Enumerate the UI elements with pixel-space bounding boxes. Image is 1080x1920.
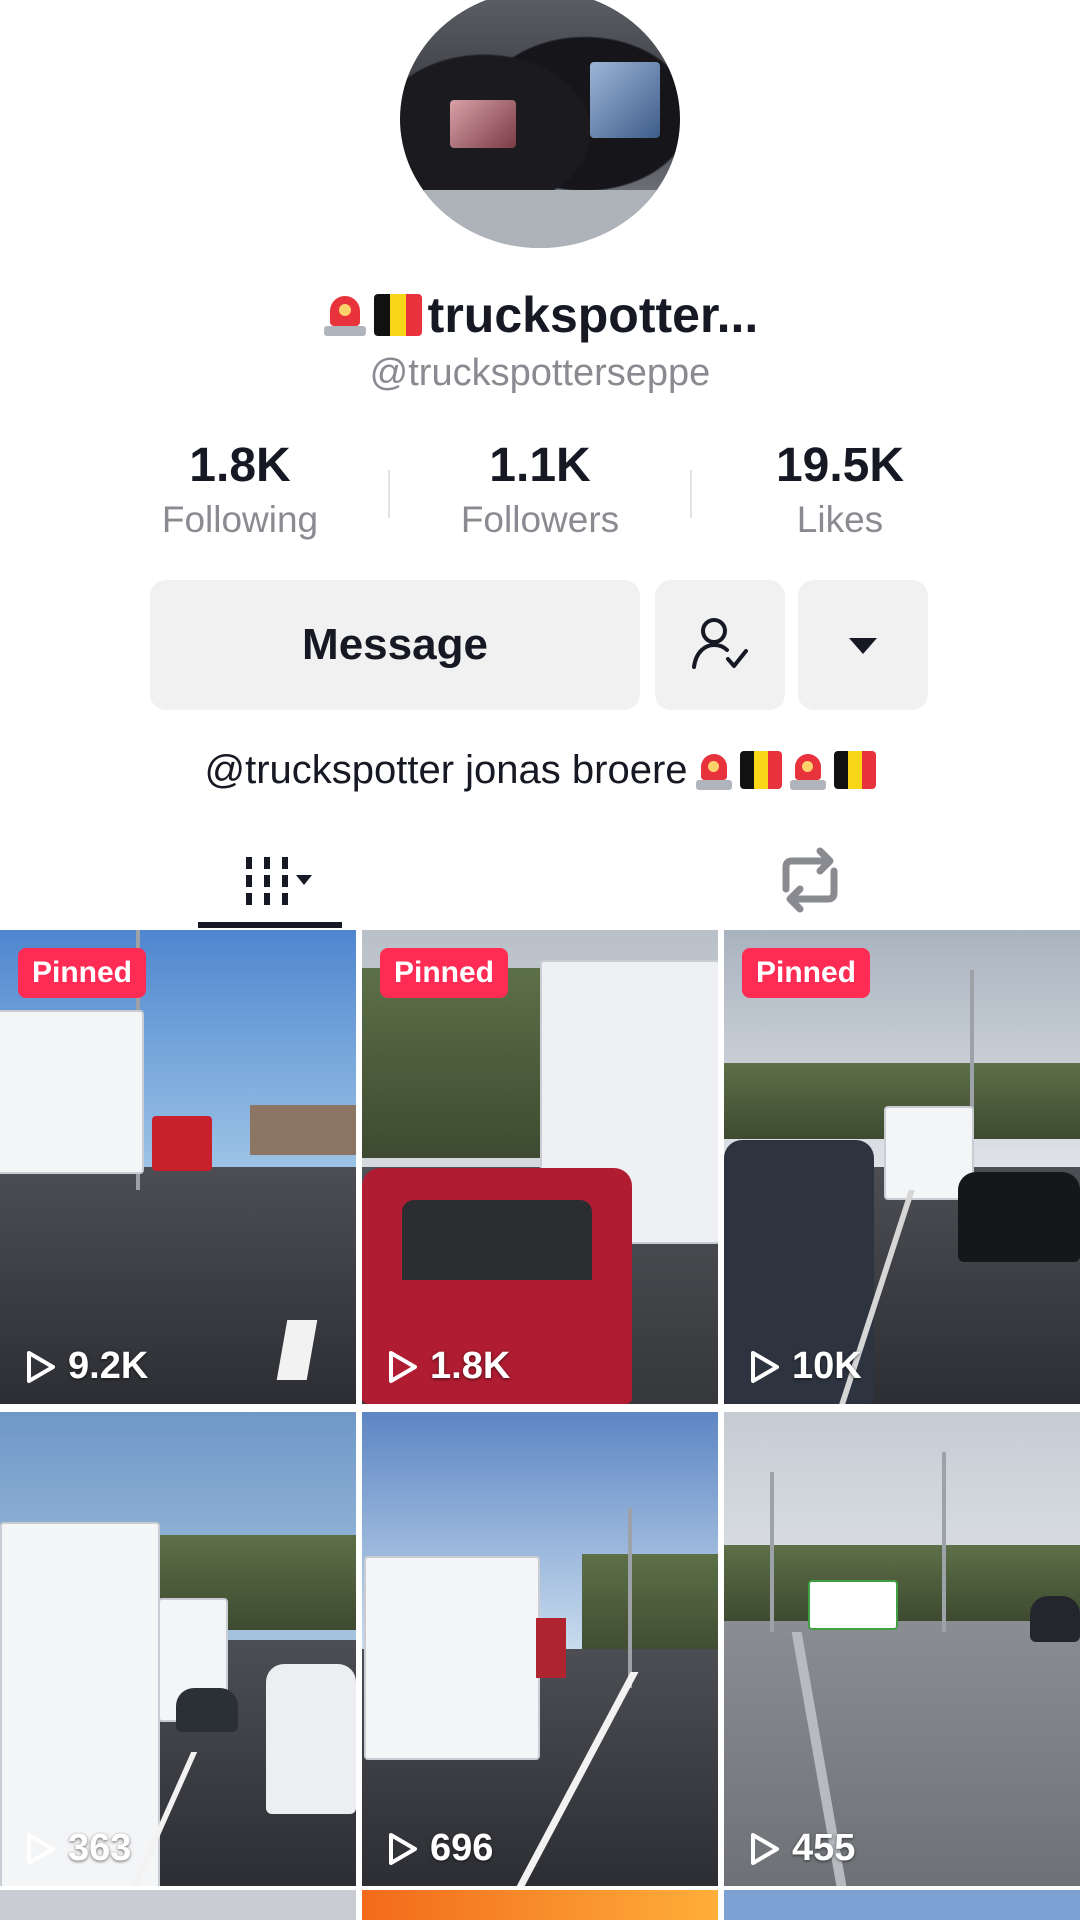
bio-text: @truckspotter jonas broere bbox=[204, 747, 688, 792]
profile-bio: @truckspotter jonas broere bbox=[0, 742, 1080, 798]
display-name: truckspotter... bbox=[427, 287, 759, 343]
message-button[interactable]: Message bbox=[150, 580, 640, 710]
caret-down-icon bbox=[849, 638, 877, 654]
stat-divider bbox=[690, 470, 692, 518]
user-check-icon bbox=[692, 618, 748, 669]
stat-label: Following bbox=[161, 499, 319, 540]
view-count: 10K bbox=[748, 1345, 862, 1388]
friends-button[interactable] bbox=[655, 580, 785, 710]
belgium-flag-icon bbox=[833, 751, 876, 789]
view-count: 696 bbox=[386, 1827, 493, 1870]
repost-icon bbox=[782, 847, 838, 913]
profile-handle: @truckspotterseppe bbox=[369, 352, 711, 394]
stat-likes[interactable]: 19.5K Likes bbox=[740, 438, 940, 541]
police-light-icon bbox=[694, 748, 734, 792]
video-thumbnail[interactable] bbox=[0, 1890, 356, 1920]
tab-videos[interactable] bbox=[200, 830, 340, 930]
video-thumbnail[interactable]: 696 bbox=[362, 1412, 718, 1886]
play-icon bbox=[27, 1832, 55, 1865]
active-tab-indicator bbox=[198, 922, 342, 928]
stat-value: 19.5K bbox=[775, 439, 905, 492]
video-thumbnail[interactable] bbox=[724, 1890, 1080, 1920]
play-icon bbox=[389, 1832, 417, 1865]
more-options-button[interactable] bbox=[798, 580, 928, 710]
view-count: 363 bbox=[24, 1827, 131, 1870]
belgium-flag-icon bbox=[373, 294, 422, 336]
play-icon bbox=[751, 1350, 779, 1383]
stat-value: 1.1K bbox=[489, 439, 591, 492]
avatar-floor bbox=[400, 190, 680, 248]
stat-value: 1.8K bbox=[189, 439, 291, 492]
police-light-icon bbox=[788, 748, 828, 792]
belgium-flag-icon bbox=[739, 751, 782, 789]
avatar-patch bbox=[450, 100, 516, 148]
stat-following[interactable]: 1.8K Following bbox=[140, 438, 340, 541]
display-name-row: truckspotter... bbox=[0, 280, 1080, 350]
profile-avatar[interactable] bbox=[400, 0, 680, 248]
view-count: 455 bbox=[748, 1827, 855, 1870]
avatar-patch bbox=[590, 62, 660, 138]
video-thumbnail[interactable]: Pinned 10K bbox=[724, 930, 1080, 1404]
police-light-icon bbox=[322, 290, 368, 340]
play-icon bbox=[389, 1350, 417, 1383]
pinned-badge: Pinned bbox=[18, 948, 147, 998]
stat-followers[interactable]: 1.1K Followers bbox=[440, 438, 640, 541]
play-icon bbox=[27, 1350, 55, 1383]
stat-label: Likes bbox=[796, 499, 884, 540]
profile-tabs bbox=[0, 830, 1080, 930]
view-count: 9.2K bbox=[24, 1345, 148, 1388]
tab-reposts[interactable] bbox=[740, 830, 880, 930]
view-count-value: 696 bbox=[430, 1827, 494, 1869]
view-count-value: 1.8K bbox=[430, 1345, 511, 1387]
view-count-value: 9.2K bbox=[68, 1345, 149, 1387]
pinned-badge: Pinned bbox=[742, 948, 871, 998]
stat-divider bbox=[388, 470, 390, 518]
video-thumbnail[interactable]: 455 bbox=[724, 1412, 1080, 1886]
view-count: 1.8K bbox=[386, 1345, 510, 1388]
view-count-value: 10K bbox=[792, 1345, 862, 1387]
grid-icon bbox=[246, 857, 312, 905]
pinned-badge: Pinned bbox=[380, 948, 509, 998]
video-thumbnail[interactable]: Pinned 1.8K bbox=[362, 930, 718, 1404]
profile-stats: 1.8K Following 1.1K Followers 19.5K Like… bbox=[0, 438, 1080, 548]
video-thumbnail[interactable] bbox=[362, 1890, 718, 1920]
view-count-value: 455 bbox=[792, 1827, 856, 1869]
view-count-value: 363 bbox=[68, 1827, 132, 1869]
video-thumbnail[interactable]: Pinned 9.2K bbox=[0, 930, 356, 1404]
video-thumbnail[interactable]: 363 bbox=[0, 1412, 356, 1886]
play-icon bbox=[751, 1832, 779, 1865]
stat-label: Followers bbox=[460, 499, 620, 540]
next-row-thumbnails bbox=[0, 1890, 1080, 1920]
